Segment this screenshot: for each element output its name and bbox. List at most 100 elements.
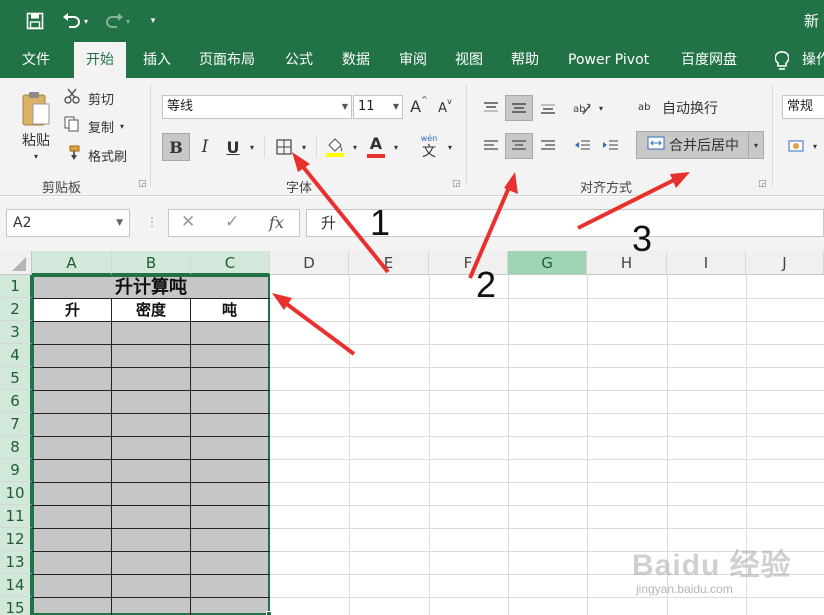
phonetic-dropdown-icon[interactable]: ▾ <box>444 133 456 161</box>
cancel-icon[interactable]: ✕ <box>181 212 195 232</box>
row-header[interactable]: 7 <box>0 413 32 436</box>
column-header-a[interactable]: A <box>32 251 112 275</box>
currency-dropdown-icon[interactable]: ▾ <box>810 135 820 157</box>
column-header-d[interactable]: D <box>270 251 349 275</box>
cut-button[interactable]: 剪切 <box>64 88 114 108</box>
decrease-indent-icon[interactable] <box>570 133 596 159</box>
merge-dropdown-icon[interactable]: ▾ <box>748 131 764 159</box>
tab-formulas[interactable]: 公式 <box>285 42 313 78</box>
cell-b2[interactable]: 密度 <box>112 299 190 321</box>
insert-function-icon[interactable]: fx <box>269 213 284 232</box>
row-header[interactable]: 15 <box>0 597 32 615</box>
row-header[interactable]: 11 <box>0 505 32 528</box>
border-icon[interactable] <box>272 133 296 161</box>
font-name-combo[interactable]: 等线 ▼ <box>162 95 352 119</box>
align-left-icon[interactable] <box>478 133 504 159</box>
lightbulb-icon[interactable] <box>772 42 792 78</box>
name-box-value: A2 <box>13 215 32 231</box>
phonetic-button[interactable]: wén 文 <box>416 133 442 161</box>
column-header-j[interactable]: J <box>746 251 824 275</box>
align-top-icon[interactable] <box>478 95 504 121</box>
underline-dropdown-icon[interactable]: ▾ <box>246 133 258 161</box>
grow-font-button[interactable]: A ^ <box>410 95 428 117</box>
row-header[interactable]: 13 <box>0 551 32 574</box>
tab-help[interactable]: 帮助 <box>511 42 539 78</box>
row-header[interactable]: 14 <box>0 574 32 597</box>
row-header[interactable]: 2 <box>0 298 32 321</box>
brush-icon <box>64 145 84 165</box>
column-header-i[interactable]: I <box>667 251 746 275</box>
column-header-g[interactable]: G <box>508 251 587 275</box>
tab-review[interactable]: 审阅 <box>399 42 427 78</box>
redo-icon[interactable]: ▾ <box>100 9 134 33</box>
paste-dropdown-icon[interactable]: ▾ <box>30 150 42 162</box>
paste-icon[interactable] <box>14 86 58 132</box>
annotation-number-2: 2 <box>476 264 497 305</box>
column-header-e[interactable]: E <box>349 251 429 275</box>
alignment-launcher-icon[interactable]: ◲ <box>758 179 767 189</box>
column-header-b[interactable]: B <box>112 251 191 275</box>
column-header-c[interactable]: C <box>191 251 270 275</box>
font-color-button[interactable]: A <box>364 133 388 161</box>
tab-view[interactable]: 视图 <box>455 42 483 78</box>
wrap-text-button[interactable]: ab 自动换行 <box>638 95 718 121</box>
cell-border <box>32 459 270 460</box>
tab-file[interactable]: 文件 <box>22 42 50 78</box>
save-icon[interactable] <box>24 9 46 33</box>
tab-tell-me[interactable]: 操作 <box>802 42 824 78</box>
orientation-dropdown-icon[interactable]: ▾ <box>596 95 606 121</box>
italic-button[interactable]: I <box>194 133 216 161</box>
font-launcher-icon[interactable]: ◲ <box>452 179 461 189</box>
font-size-combo[interactable]: 11 ▼ <box>353 95 403 119</box>
cell-a2[interactable]: 升 <box>34 299 111 321</box>
row-header[interactable]: 9 <box>0 459 32 482</box>
fill-color-icon[interactable] <box>322 133 348 161</box>
underline-button[interactable]: U <box>222 133 244 161</box>
copy-button[interactable]: 复制 ▾ <box>64 116 124 136</box>
row-header[interactable]: 3 <box>0 321 32 344</box>
currency-icon[interactable] <box>786 135 808 157</box>
column-header-h[interactable]: H <box>587 251 667 275</box>
tab-baidu-netdisk[interactable]: 百度网盘 <box>681 42 737 78</box>
increase-indent-icon[interactable] <box>598 133 624 159</box>
row-header[interactable]: 8 <box>0 436 32 459</box>
align-center-icon[interactable] <box>505 133 533 159</box>
copy-dropdown-icon[interactable]: ▾ <box>120 122 124 131</box>
confirm-icon[interactable]: ✓ <box>225 212 239 232</box>
font-color-dropdown-icon[interactable]: ▾ <box>390 133 402 161</box>
tab-data[interactable]: 数据 <box>342 42 370 78</box>
gridline <box>508 275 509 615</box>
row-header[interactable]: 6 <box>0 390 32 413</box>
border-dropdown-icon[interactable]: ▾ <box>298 133 310 161</box>
align-right-icon[interactable] <box>535 133 561 159</box>
row-header[interactable]: 1 <box>0 275 32 298</box>
column-header-f[interactable]: F <box>429 251 508 275</box>
merged-title-cell[interactable]: 升计算吨 <box>34 277 268 298</box>
tab-home[interactable]: 开始 <box>74 42 126 78</box>
cell-c2[interactable]: 吨 <box>191 299 268 321</box>
name-box[interactable]: A2 ▼ <box>6 209 130 237</box>
row-header[interactable]: 10 <box>0 482 32 505</box>
row-header[interactable]: 5 <box>0 367 32 390</box>
orientation-icon[interactable]: ab <box>570 95 594 121</box>
align-middle-icon[interactable] <box>505 95 533 121</box>
merge-center-button[interactable]: 合并后居中 <box>636 131 750 159</box>
selection-range[interactable] <box>32 275 270 615</box>
customize-quick-access-icon[interactable]: ▾ <box>146 9 160 33</box>
row-header[interactable]: 4 <box>0 344 32 367</box>
tab-page-layout[interactable]: 页面布局 <box>199 42 255 78</box>
clipboard-launcher-icon[interactable]: ◲ <box>138 179 147 189</box>
fill-color-dropdown-icon[interactable]: ▾ <box>350 133 360 161</box>
shrink-font-button[interactable]: Av <box>436 97 454 119</box>
number-format-combo[interactable]: 常规 <box>782 95 824 119</box>
paste-button[interactable]: 粘贴 <box>14 130 58 150</box>
tab-power-pivot[interactable]: Power Pivot <box>568 42 649 78</box>
format-painter-button[interactable]: 格式刷 <box>64 145 127 165</box>
fill-handle[interactable] <box>266 611 272 615</box>
tab-insert[interactable]: 插入 <box>143 42 171 78</box>
row-header[interactable]: 12 <box>0 528 32 551</box>
select-all-corner[interactable] <box>0 251 32 275</box>
undo-icon[interactable]: ▾ <box>58 9 92 33</box>
align-bottom-icon[interactable] <box>535 95 561 121</box>
bold-button[interactable]: B <box>162 133 190 161</box>
